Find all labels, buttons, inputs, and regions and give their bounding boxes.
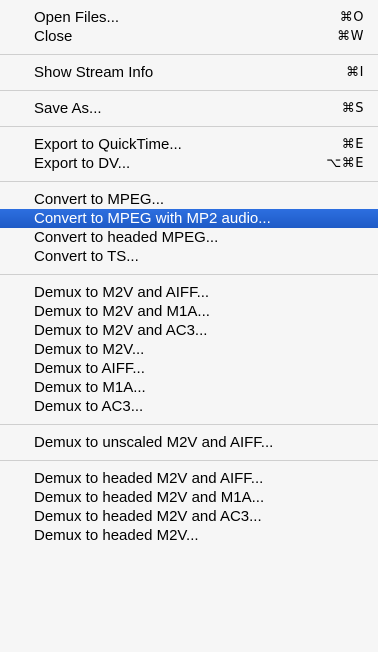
menu-item-label: Demux to M2V and AC3...	[34, 322, 208, 339]
menu-item-demux-to-unscaled-m2v-and-aiff[interactable]: Demux to unscaled M2V and AIFF...	[0, 433, 378, 452]
menu-item-demux-to-ac3[interactable]: Demux to AC3...	[0, 397, 378, 416]
menu-item-label: Export to DV...	[34, 155, 131, 172]
menu-item-label: Demux to headed M2V...	[34, 527, 199, 544]
menu-separator	[0, 460, 378, 461]
menu-item-label: Open Files...	[34, 9, 120, 26]
menu-item-label: Demux to M1A...	[34, 379, 146, 396]
menu-item-label: Convert to headed MPEG...	[34, 229, 219, 246]
menu-item-demux-to-m1a[interactable]: Demux to M1A...	[0, 378, 378, 397]
menu-item-demux-to-aiff[interactable]: Demux to AIFF...	[0, 359, 378, 378]
menu-item-label: Demux to AC3...	[34, 398, 144, 415]
menu-item-shortcut: ⌘S	[341, 101, 364, 116]
menu-separator	[0, 424, 378, 425]
menu-item-shortcut: ⌘W	[337, 29, 364, 44]
menu-item-label: Convert to MPEG with MP2 audio...	[34, 210, 271, 227]
menu-item-label: Demux to M2V and M1A...	[34, 303, 210, 320]
menu-item-label: Demux to M2V and AIFF...	[34, 284, 210, 301]
menu-separator	[0, 90, 378, 91]
menu-item-label: Demux to headed M2V and M1A...	[34, 489, 265, 506]
menu-item-close[interactable]: Close ⌘W	[0, 27, 378, 46]
menu-item-shortcut: ⌘E	[341, 137, 364, 152]
menu-item-demux-to-m2v-and-m1a[interactable]: Demux to M2V and M1A...	[0, 302, 378, 321]
menu-separator	[0, 181, 378, 182]
menu-item-export-to-dv[interactable]: Export to DV... ⌥⌘E	[0, 154, 378, 173]
menu-item-convert-to-ts[interactable]: Convert to TS...	[0, 247, 378, 266]
menu-separator	[0, 126, 378, 127]
menu-item-shortcut: ⌘I	[346, 65, 364, 80]
menu-separator	[0, 274, 378, 275]
menu-separator	[0, 54, 378, 55]
menu-item-label: Demux to AIFF...	[34, 360, 145, 377]
menu-item-label: Demux to headed M2V and AC3...	[34, 508, 262, 525]
file-menu: Open Files... ⌘O Close ⌘W Show Stream Info ⌘I…	[0, 0, 378, 652]
menu-item-convert-to-mpeg[interactable]: Convert to MPEG...	[0, 190, 378, 209]
menu-item-shortcut: ⌥⌘E	[326, 156, 364, 171]
menu-item-shortcut: ⌘O	[339, 10, 364, 25]
menu-item-label: Demux to headed M2V and AIFF...	[34, 470, 264, 487]
menu-item-label: Demux to unscaled M2V and AIFF...	[34, 434, 274, 451]
menu-item-export-to-quicktime[interactable]: Export to QuickTime... ⌘E	[0, 135, 378, 154]
menu-item-demux-to-headed-m2v-and-ac3[interactable]: Demux to headed M2V and AC3...	[0, 507, 378, 526]
menu-item-label: Convert to TS...	[34, 248, 139, 265]
menu-item-label: Demux to M2V...	[34, 341, 145, 358]
menu-item-label: Show Stream Info	[34, 64, 154, 81]
menu-item-show-stream-info[interactable]: Show Stream Info ⌘I	[0, 63, 378, 82]
menu-item-open-files[interactable]: Open Files... ⌘O	[0, 8, 378, 27]
menu-item-demux-to-m2v-and-ac3[interactable]: Demux to M2V and AC3...	[0, 321, 378, 340]
menu-item-convert-to-mpeg-with-mp2-audio[interactable]: Convert to MPEG with MP2 audio...	[0, 209, 378, 228]
menu-item-demux-to-headed-m2v-and-aiff[interactable]: Demux to headed M2V and AIFF...	[0, 469, 378, 488]
menu-item-label: Close	[34, 28, 73, 45]
menu-item-demux-to-headed-m2v-and-m1a[interactable]: Demux to headed M2V and M1A...	[0, 488, 378, 507]
menu-item-demux-to-m2v-and-aiff[interactable]: Demux to M2V and AIFF...	[0, 283, 378, 302]
menu-item-label: Convert to MPEG...	[34, 191, 165, 208]
menu-item-convert-to-headed-mpeg[interactable]: Convert to headed MPEG...	[0, 228, 378, 247]
menu-item-save-as[interactable]: Save As... ⌘S	[0, 99, 378, 118]
menu-item-demux-to-headed-m2v[interactable]: Demux to headed M2V...	[0, 526, 378, 545]
menu-item-label: Export to QuickTime...	[34, 136, 182, 153]
menu-item-demux-to-m2v[interactable]: Demux to M2V...	[0, 340, 378, 359]
menu-item-label: Save As...	[34, 100, 102, 117]
